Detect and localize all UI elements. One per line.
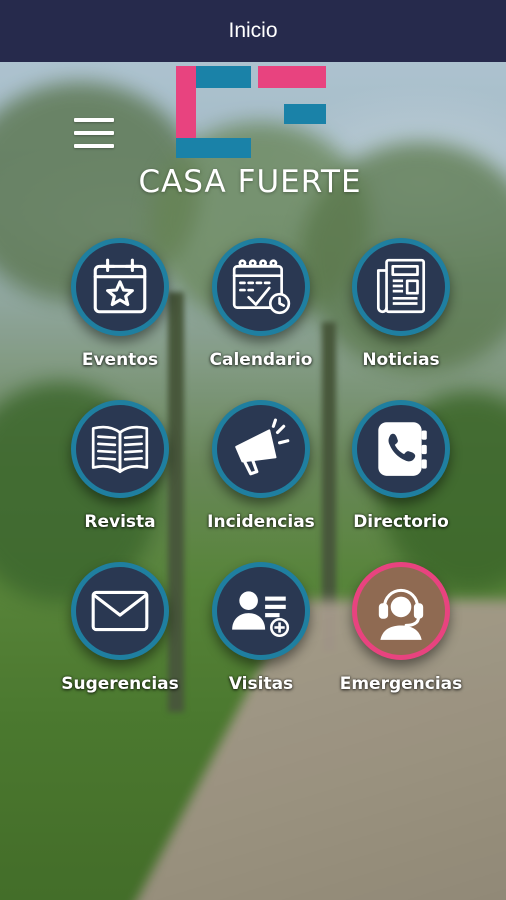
open-book-icon xyxy=(91,425,149,474)
tile-emergencias[interactable]: Emergencias xyxy=(326,562,476,712)
tile-label: Visitas xyxy=(228,674,294,694)
envelope-icon xyxy=(91,590,149,632)
tile-label: Revista xyxy=(84,512,156,532)
tile-label: Directorio xyxy=(353,512,449,532)
page-title: Inicio xyxy=(228,19,278,42)
brand-name: CASA FUERTE xyxy=(138,164,362,200)
calendar-star-icon xyxy=(93,258,147,314)
logo-mark xyxy=(176,66,326,158)
tile-calendario[interactable]: Calendario xyxy=(186,238,336,388)
tile-label: Incidencias xyxy=(207,512,315,532)
hamburger-menu-icon[interactable] xyxy=(74,116,114,150)
tile-directorio[interactable]: Directorio xyxy=(326,400,476,550)
tile-revista[interactable]: Revista xyxy=(45,400,195,550)
phone-book-icon xyxy=(378,422,427,476)
headset-operator-icon xyxy=(378,588,424,640)
tile-label: Emergencias xyxy=(339,674,463,694)
tile-label: Noticias xyxy=(362,350,440,370)
calendar-check-icon xyxy=(232,259,291,315)
tile-sugerencias[interactable]: Sugerencias xyxy=(45,562,195,712)
tile-incidencias[interactable]: Incidencias xyxy=(186,400,336,550)
app-header: Inicio xyxy=(0,0,506,62)
tile-label: Sugerencias xyxy=(61,674,179,694)
tile-noticias[interactable]: Noticias xyxy=(326,238,476,388)
brand-logo: CASA FUERTE xyxy=(130,66,370,200)
tile-label: Eventos xyxy=(81,350,159,370)
megaphone-icon xyxy=(235,418,290,476)
newspaper-icon xyxy=(376,258,426,314)
tile-visitas[interactable]: Visitas xyxy=(186,562,336,712)
tile-label: Calendario xyxy=(209,350,313,370)
tile-eventos[interactable]: Eventos xyxy=(45,238,195,388)
add-visitor-icon xyxy=(232,591,290,638)
